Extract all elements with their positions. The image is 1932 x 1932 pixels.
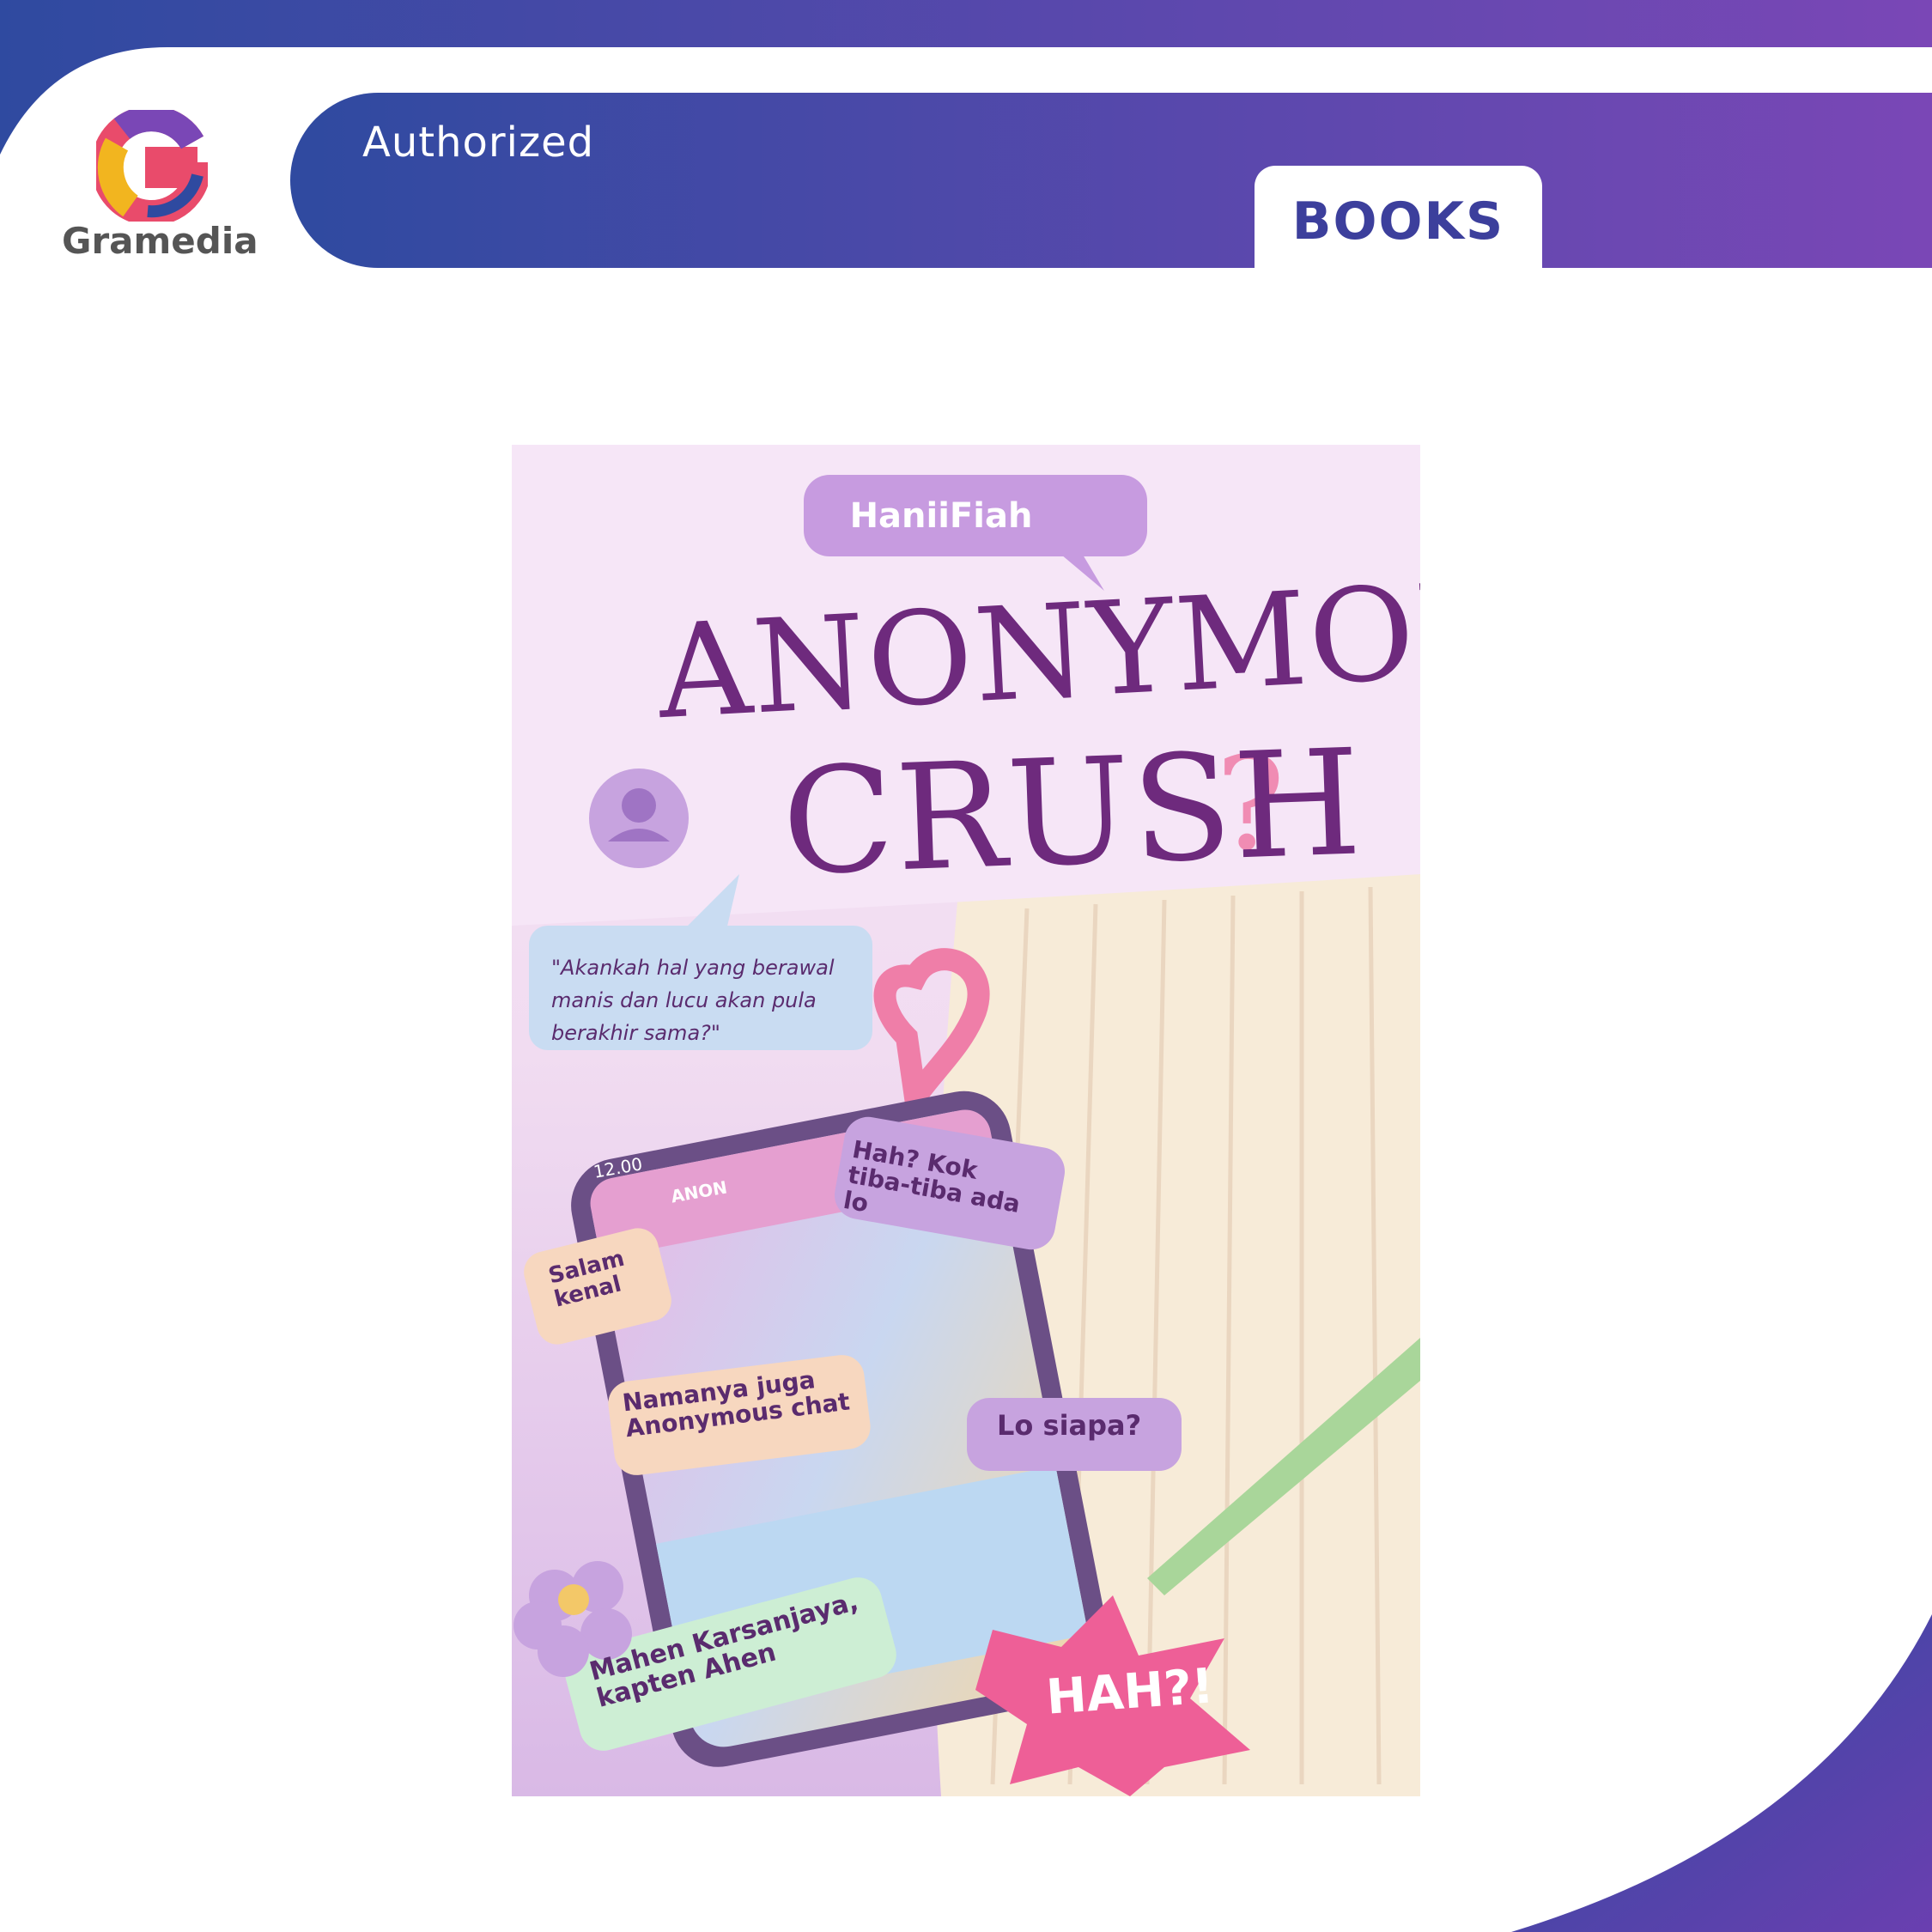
cover-quote: "Akankah hal yang berawal manis dan lucu… (551, 956, 835, 1045)
chat-bubble-lo: Lo siapa? (997, 1409, 1142, 1442)
cover-author: HaniiFiah (849, 496, 1033, 536)
books-label: BOOKS (1291, 191, 1505, 252)
books-tab[interactable]: BOOKS (1255, 166, 1542, 270)
authorized-label: Authorized (362, 118, 595, 167)
burst-hah: HAH?! (1044, 1658, 1216, 1726)
gramedia-logo (96, 110, 208, 222)
book-cover: ? HaniiFiah ANONYMOUS CRUSH "Akankah hal… (512, 445, 1420, 1796)
cover-title-line2: CRUSH (779, 718, 1366, 908)
brand-name: Gramedia (62, 220, 258, 262)
